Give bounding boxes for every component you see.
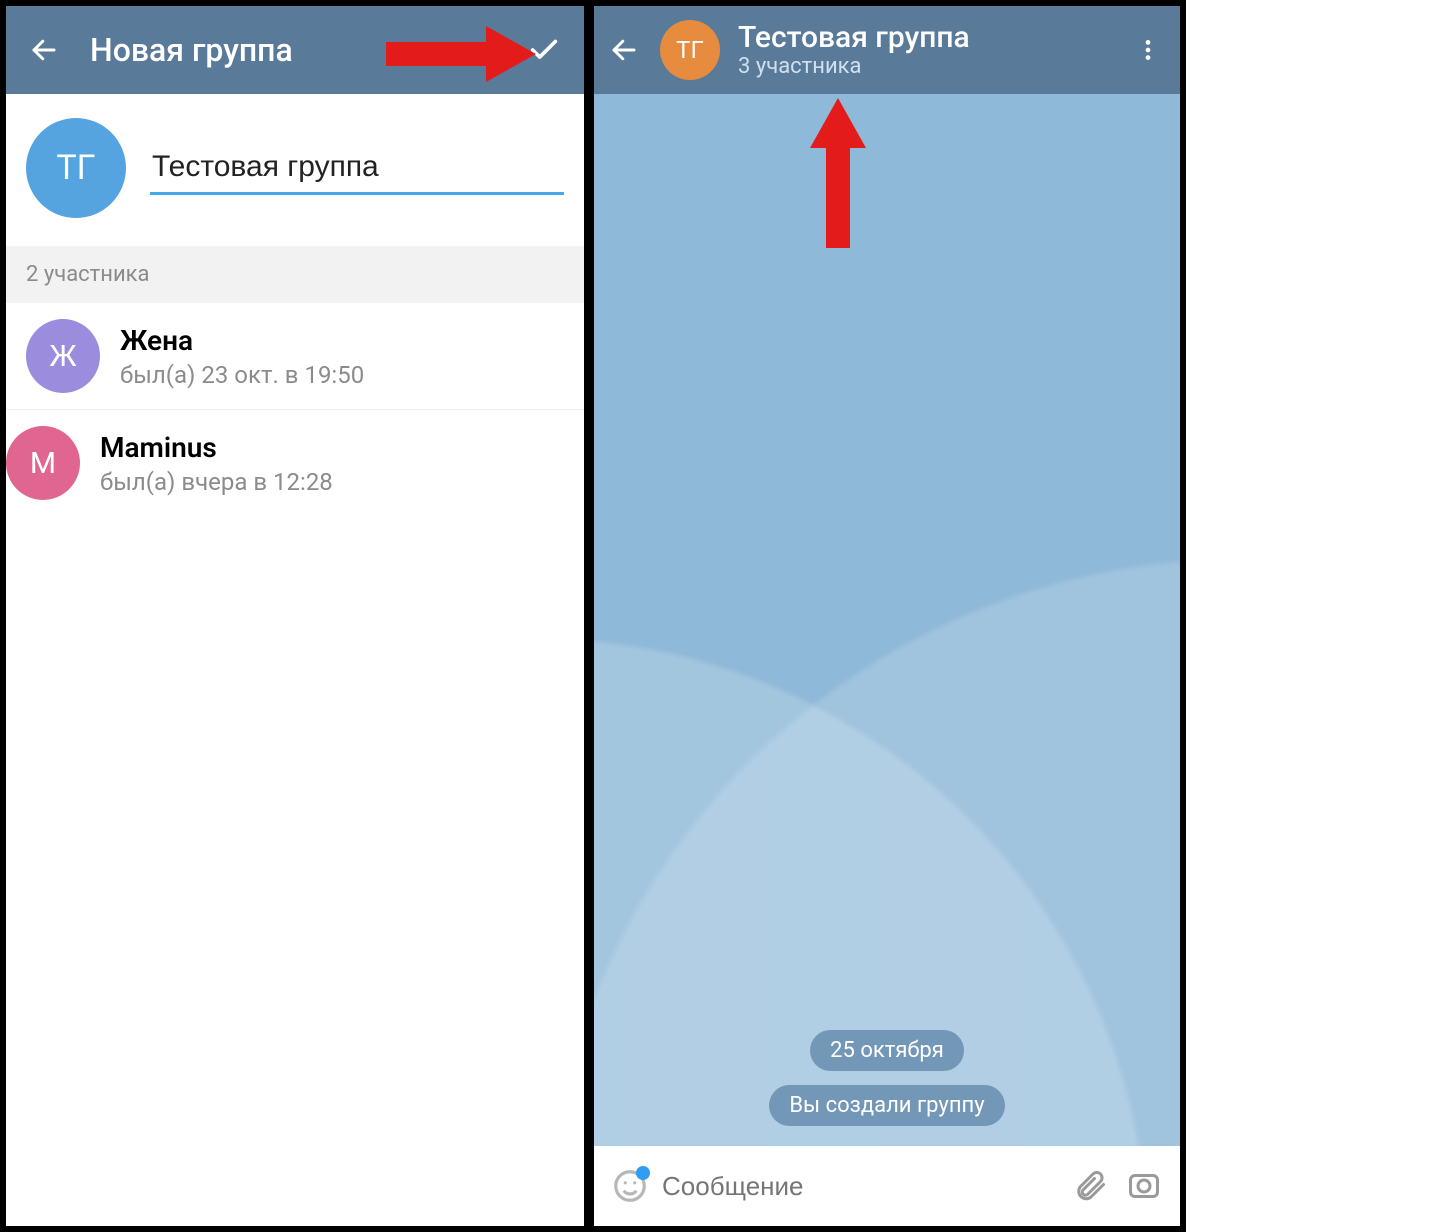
members-list: Ж Жена был(а) 23 окт. в 19:50 М Maminus …: [6, 303, 584, 516]
chat-area: 25 октября Вы создали группу: [594, 94, 1180, 1146]
back-button[interactable]: [606, 32, 642, 68]
chat-avatar[interactable]: ТГ: [660, 20, 720, 80]
member-status: был(а) вчера в 12:28: [100, 468, 333, 496]
emoji-button[interactable]: [608, 1164, 652, 1208]
back-button[interactable]: [26, 32, 62, 68]
annotation-arrow-right-icon: [386, 26, 536, 82]
paperclip-icon: [1072, 1168, 1108, 1204]
group-avatar[interactable]: ТГ: [26, 118, 126, 218]
chat-title: Тестовая группа: [738, 21, 1128, 54]
more-button[interactable]: [1128, 30, 1168, 70]
member-row[interactable]: М Maminus был(а) вчера в 12:28: [6, 409, 584, 516]
chat-header-titles[interactable]: Тестовая группа 3 участника: [738, 21, 1128, 79]
attach-button[interactable]: [1068, 1164, 1112, 1208]
member-avatar: М: [6, 426, 80, 500]
message-input-bar: [594, 1146, 1180, 1226]
date-pill: 25 октября: [810, 1030, 964, 1071]
group-name-input[interactable]: [150, 142, 564, 195]
group-edit-row: ТГ: [6, 94, 584, 246]
arrow-left-icon: [29, 35, 59, 65]
message-input[interactable]: [662, 1171, 1058, 1202]
member-name: Maminus: [100, 431, 333, 464]
member-name: Жена: [120, 324, 364, 357]
chat-subtitle: 3 участника: [738, 54, 1128, 79]
arrow-left-icon: [609, 35, 639, 65]
member-row[interactable]: Ж Жена был(а) 23 окт. в 19:50: [6, 303, 584, 409]
system-message: Вы создали группу: [769, 1085, 1004, 1126]
member-avatar: Ж: [26, 319, 100, 393]
notification-dot-icon: [636, 1166, 650, 1180]
more-vertical-icon: [1135, 37, 1161, 63]
annotation-arrow-up-icon: [810, 98, 866, 248]
right-topbar: ТГ Тестовая группа 3 участника: [594, 6, 1180, 94]
group-avatar-initials: ТГ: [56, 148, 95, 188]
member-status: был(а) 23 окт. в 19:50: [120, 361, 364, 389]
camera-button[interactable]: [1122, 1164, 1166, 1208]
members-count-header: 2 участника: [6, 246, 584, 303]
chat-avatar-initials: ТГ: [676, 36, 704, 64]
camera-icon: [1126, 1168, 1162, 1204]
